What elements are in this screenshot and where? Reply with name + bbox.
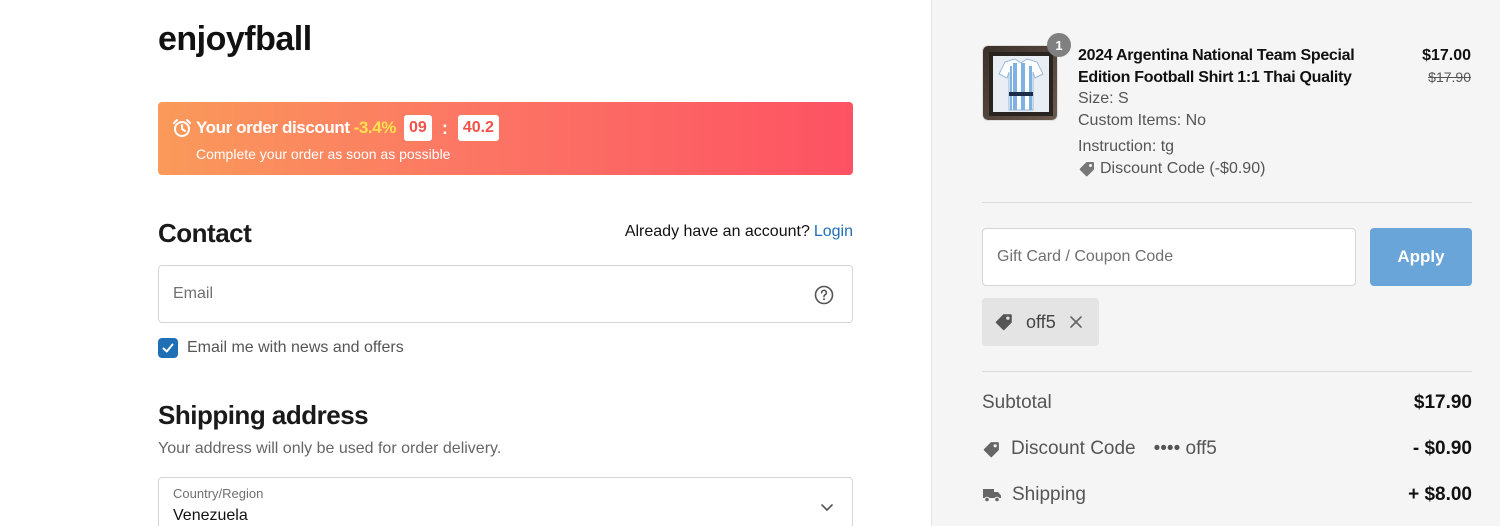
- subtotal-row: Subtotal $17.90: [982, 392, 1472, 414]
- banner-discount-percent: -3.4%: [353, 118, 397, 137]
- product-custom-items: Custom Items: No: [1078, 112, 1207, 129]
- checkout-form-column: enjoyfball Your order discount -3.4% 09 …: [0, 0, 931, 526]
- checkmark-icon: [162, 343, 174, 353]
- divider: [982, 371, 1472, 372]
- chevron-down-icon: [821, 504, 833, 511]
- product-original-price: $17.90: [1428, 69, 1471, 85]
- countdown-separator: :: [441, 118, 448, 138]
- login-link[interactable]: Login: [814, 223, 853, 240]
- shipping-label: Shipping: [1012, 484, 1086, 505]
- store-logo[interactable]: enjoyfball: [158, 20, 312, 59]
- product-price: $17.00: [1422, 47, 1471, 64]
- country-value: Venezuela: [173, 507, 248, 524]
- help-circle-icon[interactable]: [814, 285, 834, 305]
- apply-button[interactable]: Apply: [1370, 228, 1472, 286]
- tag-icon: [1079, 162, 1094, 177]
- discount-row: Discount Code •••• off5 - $0.90: [982, 438, 1472, 460]
- country-label: Country/Region: [173, 486, 264, 501]
- product-discount-text: Discount Code (-$0.90): [1100, 160, 1266, 177]
- coupon-input[interactable]: Gift Card / Coupon Code: [982, 228, 1356, 286]
- shipping-value: + $8.00: [1408, 484, 1472, 505]
- newsletter-label: Email me with news and offers: [187, 339, 404, 356]
- newsletter-checkbox[interactable]: [158, 338, 178, 358]
- alarm-clock-icon: [173, 119, 191, 137]
- divider: [982, 202, 1472, 203]
- banner-title: Your order discount: [196, 118, 350, 137]
- discount-code-value: •••• off5: [1153, 438, 1217, 459]
- subtotal-value: $17.90: [1413, 392, 1472, 413]
- product-thumbnail: [982, 45, 1058, 121]
- banner-subtitle: Complete your order as soon as possible: [196, 146, 451, 162]
- discount-value: - $0.90: [1412, 438, 1472, 459]
- countdown-minutes: 09: [404, 115, 432, 141]
- coupon-placeholder: Gift Card / Coupon Code: [997, 248, 1174, 265]
- jersey-image: [989, 52, 1053, 116]
- tag-icon: [983, 441, 999, 457]
- countdown-seconds: 40.2: [457, 115, 499, 141]
- shipping-row: Shipping + $8.00: [982, 484, 1472, 506]
- account-prompt: Already have an account? Login: [625, 223, 853, 241]
- product-name: 2024 Argentina National Team Special Edi…: [1078, 47, 1355, 86]
- order-summary-column: 1 2024 Argentina National Team Special E…: [931, 0, 1500, 526]
- country-select[interactable]: Country/Region Venezuela: [158, 477, 853, 526]
- truck-icon: [983, 489, 1001, 503]
- product-instruction: Instruction: tg: [1078, 138, 1175, 155]
- remove-coupon-icon[interactable]: [1068, 314, 1084, 330]
- subtotal-label: Subtotal: [982, 392, 1052, 413]
- shipping-subtitle: Your address will only be used for order…: [158, 440, 502, 457]
- applied-coupon-chip: off5: [982, 298, 1099, 346]
- applied-coupon-code: off5: [1026, 311, 1056, 332]
- contact-heading: Contact: [158, 218, 252, 248]
- discount-countdown-banner: Your order discount -3.4% 09 : 40.2 Comp…: [158, 102, 853, 175]
- tag-icon: [995, 314, 1012, 331]
- product-size: Size: S: [1078, 90, 1129, 107]
- product-discount: Discount Code (-$0.90): [1078, 160, 1265, 178]
- quantity-badge: 1: [1047, 33, 1071, 57]
- email-placeholder: Email: [173, 285, 214, 302]
- newsletter-option[interactable]: Email me with news and offers: [158, 338, 404, 358]
- shipping-heading: Shipping address: [158, 400, 369, 430]
- email-field[interactable]: Email: [158, 265, 853, 323]
- discount-label: Discount Code: [1011, 438, 1136, 459]
- account-prompt-text: Already have an account?: [624, 223, 810, 240]
